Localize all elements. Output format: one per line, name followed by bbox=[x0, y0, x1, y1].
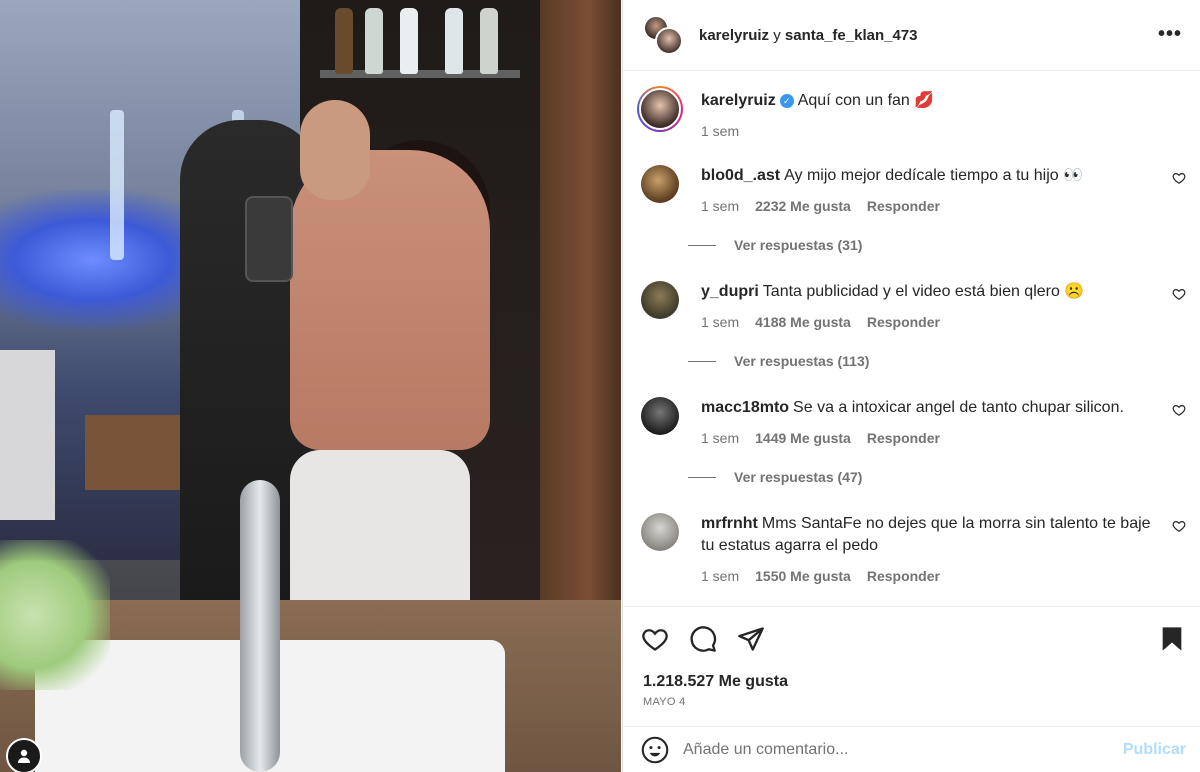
comment-time: 1 sem bbox=[701, 314, 740, 330]
authors-joiner: y bbox=[769, 26, 785, 44]
photo-bottle bbox=[400, 8, 418, 74]
comment-time: 1 sem bbox=[701, 568, 740, 584]
heart-icon[interactable] bbox=[1172, 519, 1186, 533]
reply-button[interactable]: Responder bbox=[867, 565, 940, 587]
view-replies-button[interactable]: Ver respuestas (47) bbox=[688, 469, 862, 485]
photo-bottle bbox=[365, 8, 383, 74]
comment-input[interactable] bbox=[683, 740, 1093, 759]
author-link[interactable]: karelyruiz bbox=[699, 27, 769, 44]
photo-bottle bbox=[335, 8, 353, 74]
avatar bbox=[655, 27, 683, 55]
comment-text: Tanta publicidad y el video está bien ql… bbox=[762, 283, 1085, 300]
user-icon bbox=[18, 749, 30, 763]
comment-composer: Publicar bbox=[623, 726, 1200, 772]
comments-list[interactable]: karelyruiz ✓ Aquí con un fan 💋 1 sem blo0d… bbox=[623, 72, 1200, 606]
photo-bottle bbox=[445, 8, 463, 74]
view-replies-label: Ver respuestas (31) bbox=[734, 237, 863, 253]
replies-divider bbox=[688, 476, 716, 478]
comment-username[interactable]: macc18mto bbox=[701, 399, 789, 416]
post-header: karelyruiz y santa_fe_klan_473 ••• bbox=[623, 0, 1200, 71]
photo-man-head bbox=[300, 100, 370, 200]
author-link[interactable]: santa_fe_klan_473 bbox=[785, 27, 918, 44]
caption-time: 1 sem bbox=[701, 123, 740, 139]
comment-text: Se va a intoxicar angel de tanto chupar … bbox=[793, 399, 1124, 416]
post-photo[interactable] bbox=[0, 0, 621, 772]
collab-avatars[interactable] bbox=[643, 15, 683, 55]
verified-icon: ✓ bbox=[779, 94, 794, 108]
comment-username[interactable]: blo0d_.ast bbox=[701, 167, 780, 184]
comment-time: 1 sem bbox=[701, 198, 740, 214]
bookmark-icon[interactable] bbox=[1158, 625, 1186, 653]
photo-light-strip bbox=[110, 110, 124, 260]
avatar[interactable] bbox=[641, 281, 679, 319]
comment-icon[interactable] bbox=[689, 625, 717, 653]
share-icon[interactable] bbox=[737, 625, 765, 653]
reply-button[interactable]: Responder bbox=[867, 427, 940, 449]
photo-faucet bbox=[240, 480, 280, 772]
comment-username[interactable]: y_dupri bbox=[701, 283, 759, 300]
replies-divider bbox=[688, 244, 716, 246]
photo-bed bbox=[0, 350, 55, 520]
comment-likes[interactable]: 1550 Me gusta bbox=[755, 565, 851, 587]
photo-towel bbox=[290, 450, 470, 610]
photo-plant bbox=[0, 540, 110, 690]
caption-text: Aquí con un fan 💋 bbox=[797, 92, 935, 109]
comment-text: Ay mijo mejor dedícale tiempo a tu hijo … bbox=[784, 167, 1084, 184]
view-replies-label: Ver respuestas (113) bbox=[734, 353, 870, 369]
comment-likes[interactable]: 4188 Me gusta bbox=[755, 311, 851, 333]
post-actions: 1.218.527 Me gusta MAYO 4 bbox=[623, 606, 1200, 726]
replies-divider bbox=[688, 360, 716, 362]
emoji-icon[interactable] bbox=[641, 736, 669, 764]
photo-bottle bbox=[480, 8, 498, 74]
comment-likes[interactable]: 1449 Me gusta bbox=[755, 427, 851, 449]
more-icon[interactable]: ••• bbox=[1158, 24, 1182, 44]
avatar[interactable] bbox=[637, 86, 683, 132]
avatar[interactable] bbox=[641, 513, 679, 551]
comment-text: Mms SantaFe no dejes que la morra sin ta… bbox=[701, 515, 1151, 554]
reply-button[interactable]: Responder bbox=[867, 195, 940, 217]
photo-phone bbox=[245, 196, 293, 282]
photo-cabinet bbox=[85, 415, 195, 490]
view-replies-label: Ver respuestas (47) bbox=[734, 469, 863, 485]
avatar[interactable] bbox=[641, 165, 679, 203]
heart-icon[interactable] bbox=[1172, 287, 1186, 301]
post-authors: karelyruiz y santa_fe_klan_473 bbox=[699, 27, 917, 44]
heart-icon[interactable] bbox=[641, 625, 669, 653]
view-replies-button[interactable]: Ver respuestas (31) bbox=[688, 237, 862, 253]
likes-count[interactable]: 1.218.527 Me gusta bbox=[643, 673, 788, 691]
comment-likes[interactable]: 2232 Me gusta bbox=[755, 195, 851, 217]
view-replies-button[interactable]: Ver respuestas (113) bbox=[688, 353, 869, 369]
avatar[interactable] bbox=[641, 397, 679, 435]
post-date: MAYO 4 bbox=[643, 696, 686, 708]
heart-icon[interactable] bbox=[1172, 403, 1186, 417]
caption-username[interactable]: karelyruiz bbox=[701, 92, 776, 109]
comment-time: 1 sem bbox=[701, 430, 740, 446]
post-details-panel: karelyruiz y santa_fe_klan_473 ••• karel… bbox=[622, 0, 1200, 772]
heart-icon[interactable] bbox=[1172, 171, 1186, 185]
reply-button[interactable]: Responder bbox=[867, 311, 940, 333]
comment-username[interactable]: mrfrnht bbox=[701, 515, 758, 532]
tagged-users-button[interactable] bbox=[6, 738, 42, 772]
publish-button[interactable]: Publicar bbox=[1123, 741, 1186, 759]
photo-wood-panel bbox=[540, 0, 621, 620]
